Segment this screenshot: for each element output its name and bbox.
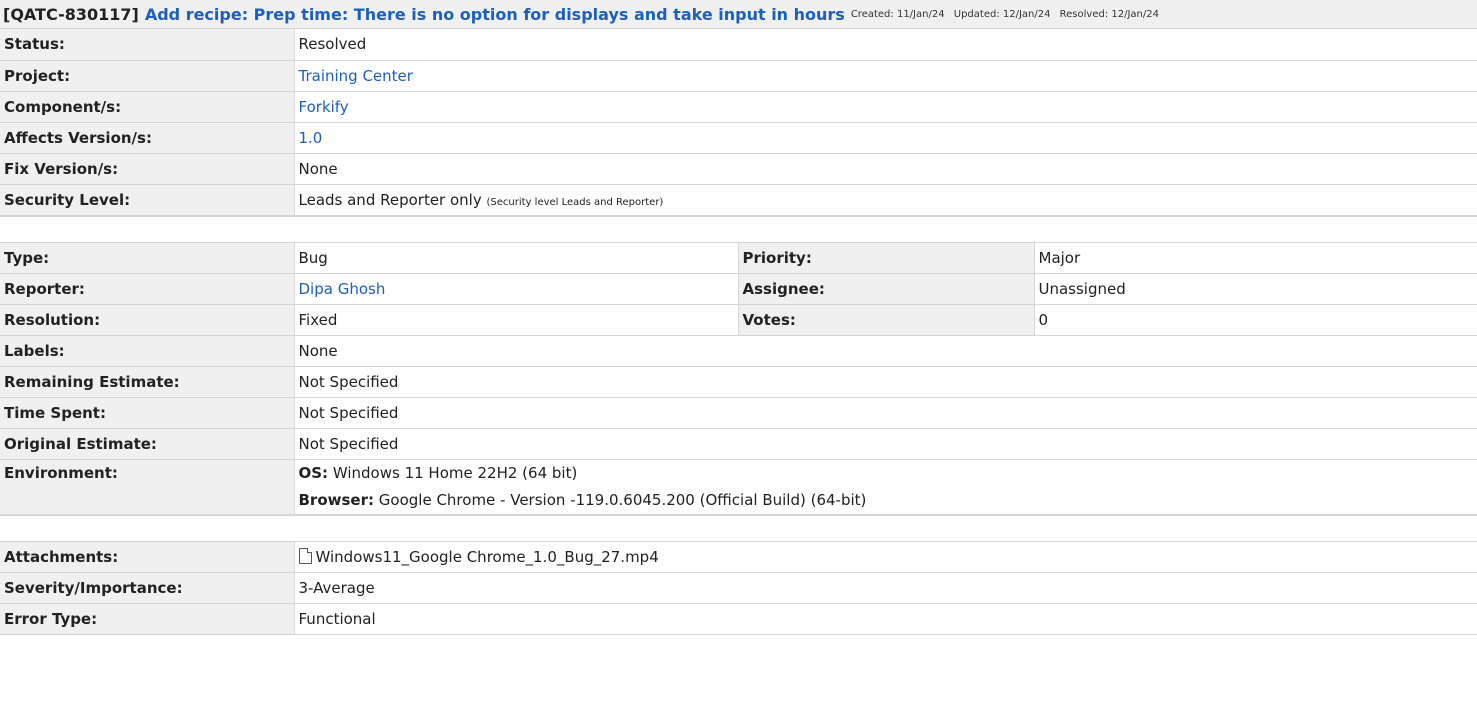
environment-browser-value: Google Chrome - Version -119.0.6045.200 …	[378, 490, 867, 509]
issue-dates: Created: 11/Jan/24 Updated: 12/Jan/24 Re…	[851, 9, 1165, 20]
attachments-label: Attachments:	[0, 541, 295, 573]
votes-value: 0	[1034, 304, 1477, 336]
people-table: Type: Bug Priority: Major Reporter: Dipa…	[0, 241, 1477, 515]
labels-row: Labels: None	[0, 335, 1477, 367]
status-row: Status: Resolved	[0, 29, 1477, 61]
project-label: Project:	[0, 60, 295, 92]
priority-label: Priority:	[738, 242, 1035, 274]
status-label: Status:	[0, 29, 295, 61]
severity-value: 3-Average	[294, 572, 1477, 604]
section-divider-2	[0, 514, 1477, 541]
issue-summary-link[interactable]: Add recipe: Prep time: There is no optio…	[145, 5, 845, 24]
updated-date: Updated: 12/Jan/24	[953, 8, 1051, 20]
assignee-value: Unassigned	[1034, 273, 1477, 305]
error-type-row: Error Type: Functional	[0, 603, 1477, 635]
status-value: Resolved	[294, 29, 1477, 61]
environment-browser-label: Browser:	[298, 490, 375, 509]
reporter-link[interactable]: Dipa Ghosh	[299, 280, 386, 298]
error-type-label: Error Type:	[0, 603, 295, 635]
original-estimate-value: Not Specified	[294, 428, 1477, 460]
priority-value: Major	[1034, 242, 1477, 274]
remaining-estimate-label: Remaining Estimate:	[0, 366, 295, 398]
votes-label: Votes:	[738, 304, 1035, 336]
time-spent-row: Time Spent: Not Specified	[0, 397, 1477, 429]
labels-label: Labels:	[0, 335, 295, 367]
custom-fields-table: Attachments: Windows11_Google Chrome_1.0…	[0, 540, 1477, 635]
reporter-assignee-row: Reporter: Dipa Ghosh Assignee: Unassigne…	[0, 273, 1477, 305]
file-icon	[298, 547, 312, 564]
fix-version-value: None	[294, 153, 1477, 185]
fix-version-row: Fix Version/s: None	[0, 153, 1477, 185]
affects-version-link[interactable]: 1.0	[299, 129, 323, 147]
original-estimate-label: Original Estimate:	[0, 428, 295, 460]
resolution-votes-row: Resolution: Fixed Votes: 0	[0, 304, 1477, 336]
section-divider	[0, 215, 1477, 242]
security-level-row: Security Level: Leads and Reporter only …	[0, 184, 1477, 216]
remaining-estimate-row: Remaining Estimate: Not Specified	[0, 366, 1477, 398]
environment-row: Environment: OS: Windows 11 Home 22H2 (6…	[0, 459, 1477, 515]
environment-label: Environment:	[0, 459, 295, 515]
error-type-value: Functional	[294, 603, 1477, 635]
component-row: Component/s: Forkify	[0, 91, 1477, 123]
project-row: Project: Training Center	[0, 60, 1477, 92]
type-value: Bug	[294, 242, 739, 274]
time-spent-value: Not Specified	[294, 397, 1477, 429]
security-level-note: (Security level Leads and Reporter)	[486, 196, 664, 208]
reporter-label: Reporter:	[0, 273, 295, 305]
resolution-value: Fixed	[294, 304, 739, 336]
attachments-row: Attachments: Windows11_Google Chrome_1.0…	[0, 541, 1477, 573]
original-estimate-row: Original Estimate: Not Specified	[0, 428, 1477, 460]
details-table: Status: Resolved Project: Training Cente…	[0, 29, 1477, 216]
created-date: Created: 11/Jan/24	[850, 8, 945, 20]
environment-browser: Browser: Google Chrome - Version -119.0.…	[299, 487, 1474, 514]
security-level-label: Security Level:	[0, 184, 295, 216]
time-spent-label: Time Spent:	[0, 397, 295, 429]
issue-key: [QATC-830117]	[3, 4, 139, 24]
fix-version-label: Fix Version/s:	[0, 153, 295, 185]
severity-row: Severity/Importance: 3-Average	[0, 572, 1477, 604]
resolved-date: Resolved: 12/Jan/24	[1059, 8, 1159, 20]
environment-os-value: Windows 11 Home 22H2 (64 bit)	[332, 463, 578, 482]
component-link[interactable]: Forkify	[299, 98, 349, 116]
type-priority-row: Type: Bug Priority: Major	[0, 242, 1477, 274]
attachment-link[interactable]: Windows11_Google Chrome_1.0_Bug_27.mp4	[316, 548, 659, 566]
severity-label: Severity/Importance:	[0, 572, 295, 604]
affects-version-row: Affects Version/s: 1.0	[0, 122, 1477, 154]
type-label: Type:	[0, 242, 295, 274]
component-label: Component/s:	[0, 91, 295, 123]
resolution-label: Resolution:	[0, 304, 295, 336]
environment-os: OS: Windows 11 Home 22H2 (64 bit)	[299, 460, 1474, 487]
issue-header: [QATC-830117] Add recipe: Prep time: The…	[0, 0, 1477, 29]
assignee-label: Assignee:	[738, 273, 1035, 305]
remaining-estimate-value: Not Specified	[294, 366, 1477, 398]
labels-value: None	[294, 335, 1477, 367]
affects-version-label: Affects Version/s:	[0, 122, 295, 154]
environment-value: OS: Windows 11 Home 22H2 (64 bit) Browse…	[294, 459, 1477, 515]
environment-os-label: OS:	[298, 463, 329, 482]
security-level-value: Leads and Reporter only	[298, 190, 482, 209]
project-link[interactable]: Training Center	[299, 67, 413, 85]
